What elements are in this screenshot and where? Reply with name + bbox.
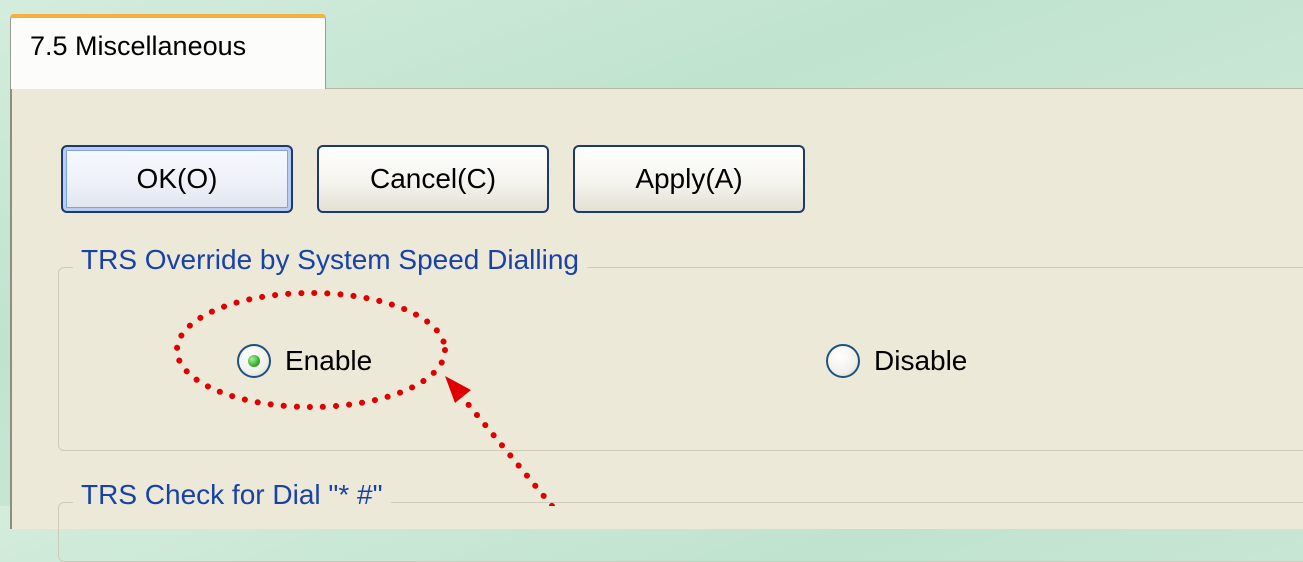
group-legend: TRS Override by System Speed Dialling xyxy=(73,244,587,276)
group-legend: TRS Check for Dial "* #" xyxy=(73,479,391,511)
tab-label: 7.5 Miscellaneous xyxy=(30,31,247,61)
cancel-button[interactable]: Cancel(C) xyxy=(317,145,549,213)
tab-miscellaneous[interactable]: 7.5 Miscellaneous xyxy=(10,14,326,89)
enable-radio[interactable]: Enable xyxy=(237,344,372,378)
radio-selected-icon xyxy=(237,344,271,378)
trs-check-group: TRS Check for Dial "* #" xyxy=(58,479,1303,562)
ok-button[interactable]: OK(O) xyxy=(61,145,293,213)
disable-radio[interactable]: Disable xyxy=(826,344,967,378)
apply-button[interactable]: Apply(A) xyxy=(573,145,805,213)
enable-label: Enable xyxy=(285,345,373,376)
disable-label: Disable xyxy=(874,345,968,376)
radio-unselected-icon xyxy=(826,344,860,378)
